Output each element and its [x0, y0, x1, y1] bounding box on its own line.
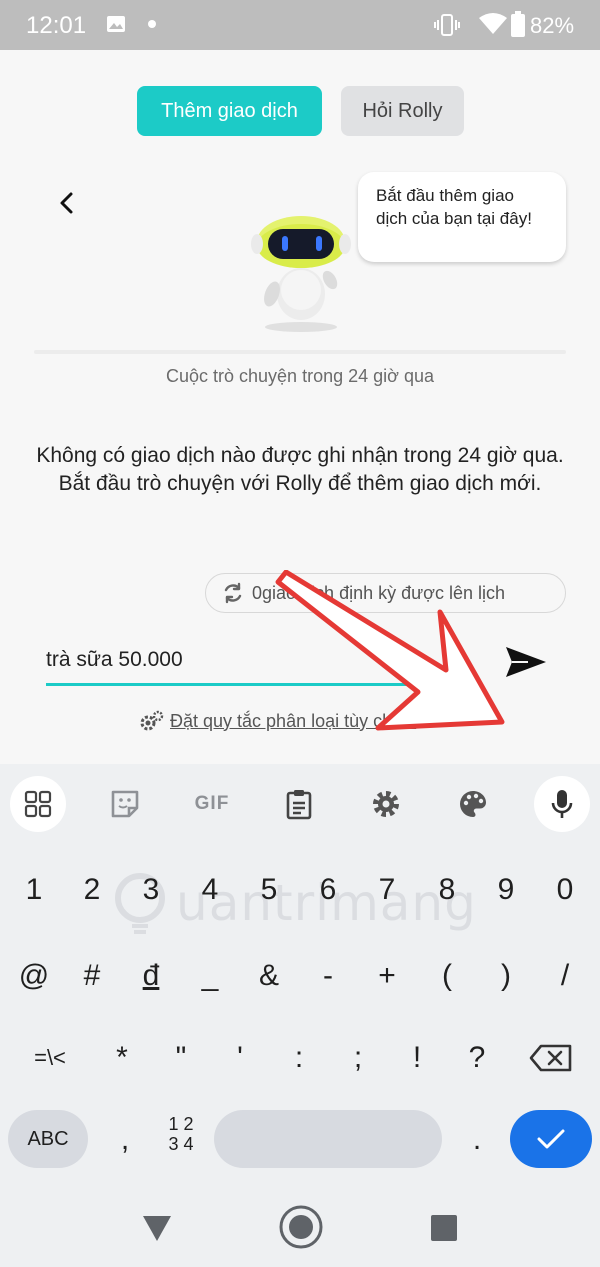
tab-ask-rolly[interactable]: Hỏi Rolly: [341, 86, 464, 136]
key-underscore[interactable]: _: [185, 946, 235, 1006]
abc-key[interactable]: ABC: [8, 1110, 88, 1168]
key-9[interactable]: 9: [481, 860, 531, 920]
empty-state-line-2: Bắt đầu trò chuyện với Rolly để thêm gia…: [58, 472, 542, 495]
robot-mascot-icon: [251, 216, 351, 332]
battery-percent: 82%: [530, 13, 575, 38]
clipboard-icon: [286, 790, 312, 820]
sticker-icon: [111, 790, 139, 818]
number-pad-label-top: 1 2: [168, 1114, 194, 1134]
key-plus[interactable]: +: [362, 946, 412, 1006]
key-minus[interactable]: -: [303, 946, 353, 1006]
gif-button[interactable]: GIF: [184, 776, 240, 832]
voice-input-button[interactable]: [534, 776, 590, 832]
space-key[interactable]: [214, 1110, 442, 1168]
battery-icon: [511, 11, 525, 37]
key-dong[interactable]: đ: [126, 946, 176, 1006]
number-pad-label-bottom: 3 4: [168, 1134, 194, 1154]
key-5[interactable]: 5: [244, 860, 294, 920]
key-1[interactable]: 1: [9, 860, 59, 920]
gear-icon: [373, 791, 399, 817]
tab-add-transaction[interactable]: Thêm giao dịch: [137, 86, 322, 136]
key-comma[interactable]: ,: [100, 1110, 150, 1170]
key-4[interactable]: 4: [185, 860, 235, 920]
microphone-icon: [551, 790, 573, 818]
key-asterisk[interactable]: *: [97, 1028, 147, 1088]
key-slash[interactable]: /: [540, 946, 590, 1006]
key-8[interactable]: 8: [422, 860, 472, 920]
custom-category-rule-link[interactable]: Đặt quy tắc phân loại tùy chỉnh: [138, 710, 416, 732]
keyboard-toolbar: GIF: [0, 764, 600, 848]
keyboard-apps-button[interactable]: [10, 776, 66, 832]
key-close-paren[interactable]: ): [481, 946, 531, 1006]
recurring-transactions-pill[interactable]: 0giao dịch định kỳ được lên lịch: [205, 573, 566, 613]
nav-home-icon[interactable]: [278, 1204, 324, 1250]
send-icon[interactable]: [504, 644, 548, 680]
wifi-icon: [479, 13, 507, 34]
key-open-paren[interactable]: (: [422, 946, 472, 1006]
vibrate-icon: [434, 14, 460, 36]
grid-apps-icon: [24, 790, 52, 818]
status-time: 12:01: [26, 12, 87, 39]
checkmark-icon: [537, 1129, 565, 1149]
key-exclamation[interactable]: !: [392, 1028, 442, 1088]
app-screen: Thêm giao dịch Hỏi Rolly Bắt đầu thêm gi…: [0, 50, 600, 764]
assistant-speech-bubble: Bắt đầu thêm giao dịch của bạn tại đây!: [358, 172, 566, 262]
key-more-symbols[interactable]: =\<: [22, 1028, 78, 1088]
history-caption: Cuộc trò chuyện trong 24 giờ qua: [166, 366, 434, 386]
clipboard-button[interactable]: [271, 776, 327, 832]
empty-state-line-1: Không có giao dịch nào được ghi nhận tro…: [36, 444, 564, 467]
nav-recents-icon[interactable]: [431, 1215, 457, 1241]
image-notification-icon: [107, 16, 125, 32]
recurring-transactions-label: 0giao dịch định kỳ được lên lịch: [252, 582, 505, 603]
backspace-icon: [529, 1044, 572, 1072]
key-double-quote[interactable]: ": [156, 1028, 206, 1088]
key-2[interactable]: 2: [67, 860, 117, 920]
refresh-icon: [224, 582, 242, 604]
palette-icon: [460, 791, 486, 817]
enter-key[interactable]: [510, 1110, 592, 1168]
key-at[interactable]: @: [9, 946, 59, 1006]
key-period[interactable]: .: [452, 1110, 502, 1170]
nav-back-icon[interactable]: [140, 1212, 174, 1244]
empty-state-message: Không có giao dịch nào được ghi nhận tro…: [30, 442, 570, 498]
soft-keyboard: GIF uantrimang 1 2 3 4 5 6 7 8 9 0 @ # đ…: [0, 764, 600, 1192]
sticker-button[interactable]: [97, 776, 153, 832]
system-navigation-bar: [0, 1192, 600, 1267]
notification-dot-icon: [148, 20, 156, 28]
gif-label: GIF: [194, 793, 230, 814]
key-ampersand[interactable]: &: [244, 946, 294, 1006]
key-hash[interactable]: #: [67, 946, 117, 1006]
settings-gears-icon: [140, 710, 164, 731]
key-3[interactable]: 3: [126, 860, 176, 920]
transaction-message-input[interactable]: [46, 636, 472, 686]
key-single-quote[interactable]: ': [215, 1028, 265, 1088]
key-semicolon[interactable]: ;: [333, 1028, 383, 1088]
status-bar: 12:01 82%: [0, 0, 600, 50]
number-pad-key[interactable]: 1 2 3 4: [156, 1114, 206, 1164]
key-6[interactable]: 6: [303, 860, 353, 920]
divider: [34, 350, 566, 354]
backspace-key[interactable]: [526, 1028, 576, 1088]
theme-button[interactable]: [445, 776, 501, 832]
key-0[interactable]: 0: [540, 860, 590, 920]
key-7[interactable]: 7: [362, 860, 412, 920]
key-colon[interactable]: :: [274, 1028, 324, 1088]
back-chevron-icon[interactable]: [54, 188, 80, 218]
key-question[interactable]: ?: [452, 1028, 502, 1088]
custom-category-rule-label: Đặt quy tắc phân loại tùy chỉnh: [170, 710, 417, 731]
keyboard-settings-button[interactable]: [358, 776, 414, 832]
